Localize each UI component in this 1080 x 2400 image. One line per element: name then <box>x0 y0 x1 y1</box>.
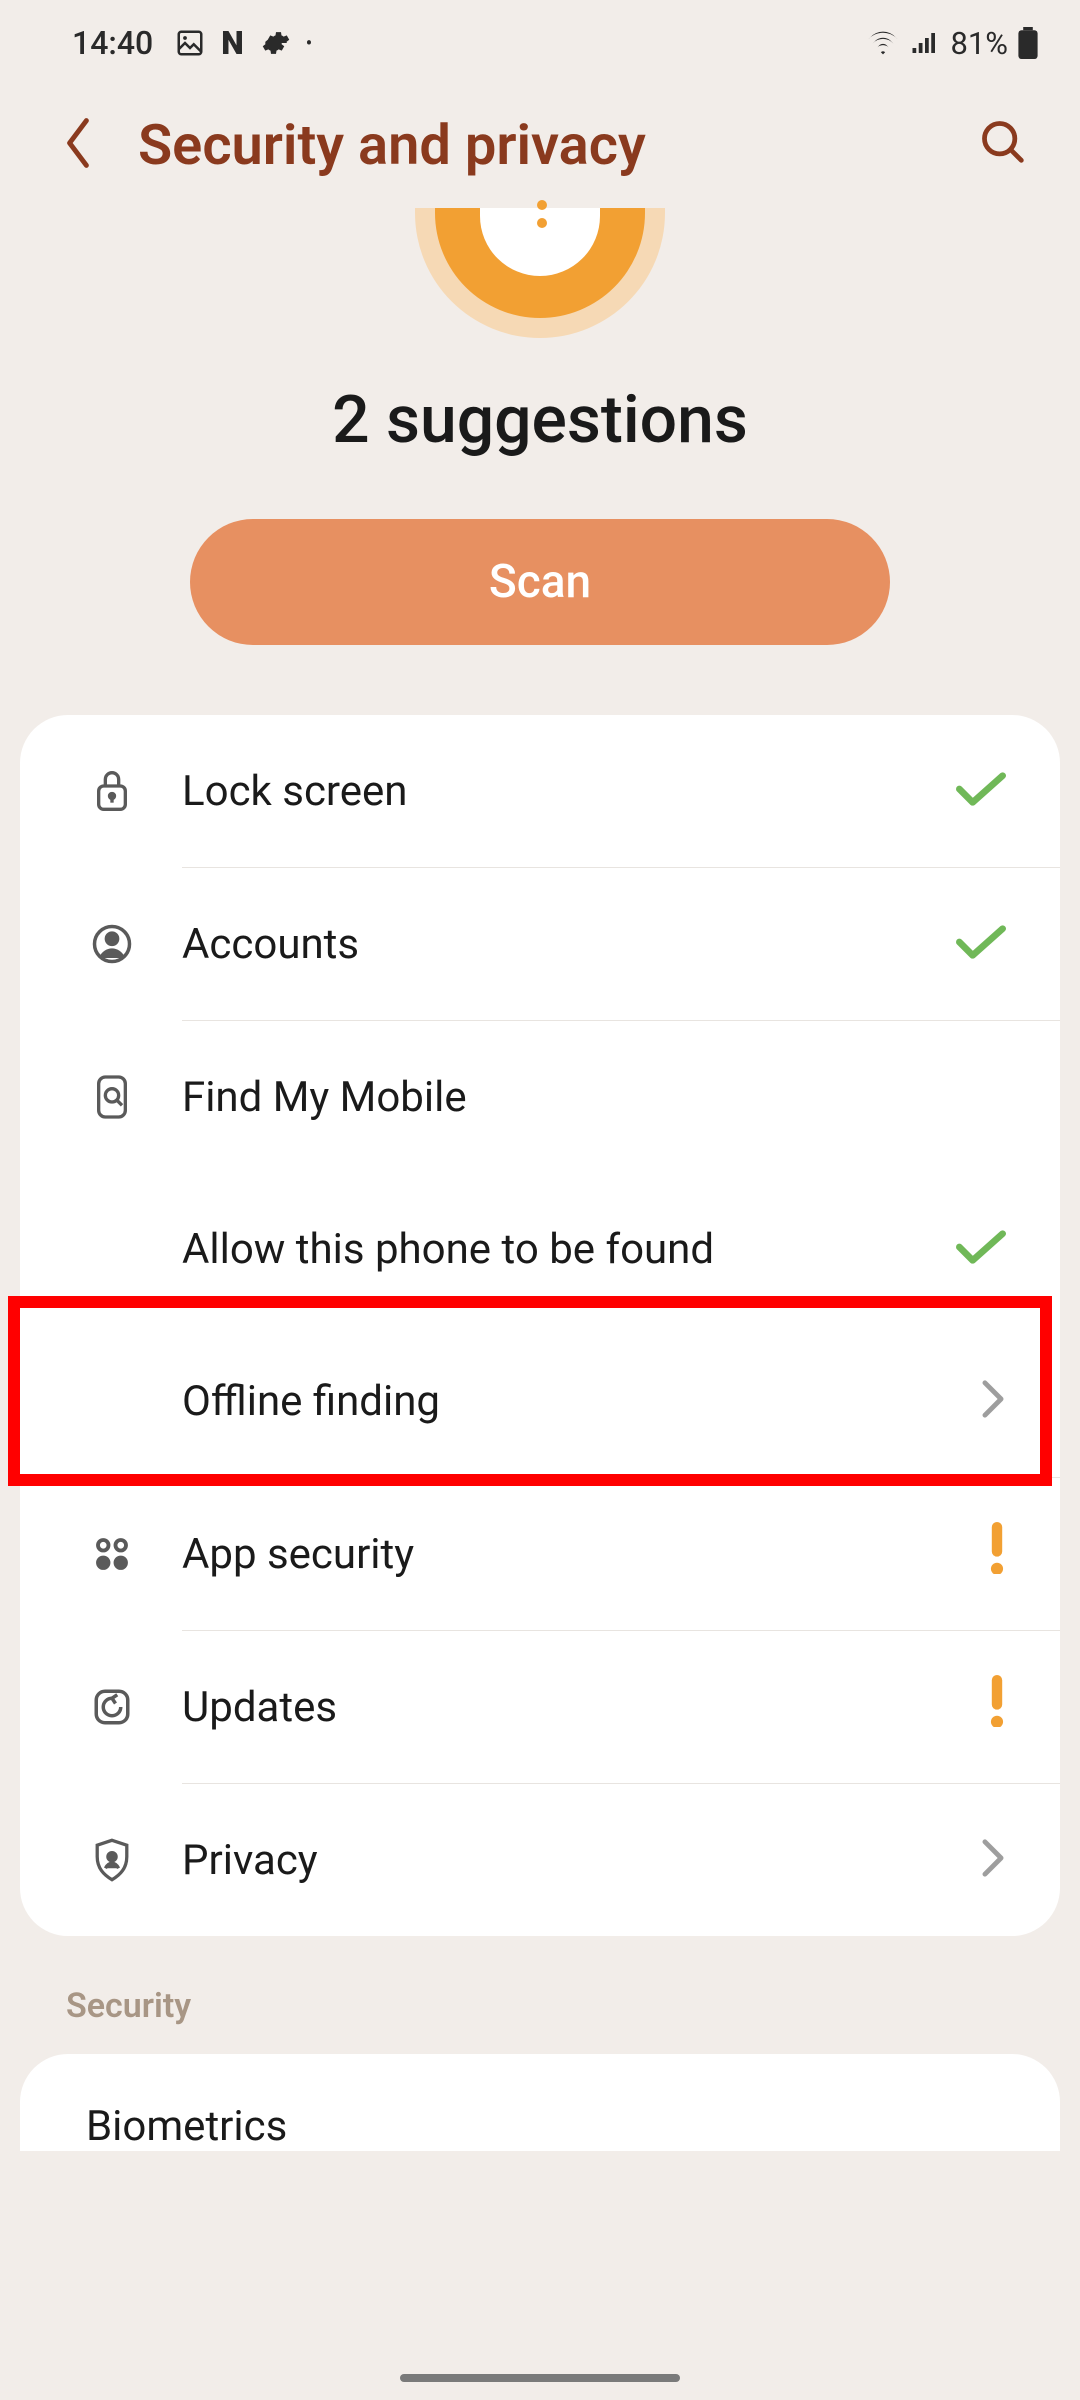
page-title: Security and privacy <box>138 112 936 178</box>
search-button[interactable] <box>978 117 1030 173</box>
lock-icon <box>88 767 136 815</box>
offline-finding-label: Offline finding <box>182 1377 980 1426</box>
suggestion-title: 2 suggestions <box>0 382 1080 459</box>
suggestion-section: 2 suggestions Scan <box>0 208 1080 715</box>
status-bar: 14:40 N • 81% <box>0 0 1080 82</box>
signal-icon <box>910 28 940 58</box>
wifi-icon <box>866 26 900 60</box>
allow-found-item[interactable]: Allow this phone to be found <box>20 1173 1060 1325</box>
check-icon <box>956 923 1006 965</box>
battery-percent: 81% <box>950 25 1008 62</box>
dot-icon: • <box>306 31 313 55</box>
home-indicator[interactable] <box>400 2374 680 2382</box>
offline-finding-item[interactable]: Offline finding <box>20 1325 1060 1477</box>
battery-icon <box>1018 27 1038 59</box>
privacy-shield-icon <box>88 1837 136 1883</box>
biometrics-label: Biometrics <box>86 2102 1006 2151</box>
app-security-label: App security <box>182 1530 988 1579</box>
image-icon <box>175 28 205 58</box>
status-left: 14:40 N • <box>72 24 312 62</box>
settings-card: Lock screen Accounts Find My Mobile Allo… <box>20 715 1060 1936</box>
allow-found-label: Allow this phone to be found <box>182 1225 956 1274</box>
accounts-label: Accounts <box>182 920 956 969</box>
app-security-item[interactable]: App security <box>20 1478 1060 1630</box>
shield-badge-icon <box>415 208 665 338</box>
gear-icon <box>260 28 290 58</box>
updates-label: Updates <box>182 1683 988 1732</box>
status-time: 14:40 <box>72 24 153 62</box>
privacy-label: Privacy <box>182 1836 980 1885</box>
account-icon <box>88 923 136 965</box>
back-button[interactable] <box>60 115 96 175</box>
updates-item[interactable]: Updates <box>20 1631 1060 1783</box>
alert-icon <box>988 1522 1006 1586</box>
accounts-item[interactable]: Accounts <box>20 868 1060 1020</box>
status-right: 81% <box>866 25 1038 62</box>
netflix-icon: N <box>221 24 243 62</box>
security-section-label: Security <box>0 1936 1080 2054</box>
check-icon <box>956 1228 1006 1270</box>
updates-icon <box>88 1686 136 1728</box>
biometrics-item[interactable]: Biometrics <box>20 2054 1060 2151</box>
alert-icon <box>988 1675 1006 1739</box>
chevron-right-icon <box>980 1837 1006 1883</box>
security-card: Biometrics <box>20 2054 1060 2151</box>
scan-button[interactable]: Scan <box>190 519 890 645</box>
apps-icon <box>88 1533 136 1575</box>
find-device-icon <box>88 1073 136 1121</box>
chevron-right-icon <box>980 1378 1006 1424</box>
lock-screen-item[interactable]: Lock screen <box>20 715 1060 867</box>
header: Security and privacy <box>0 82 1080 208</box>
find-my-mobile-item[interactable]: Find My Mobile <box>20 1021 1060 1173</box>
privacy-item[interactable]: Privacy <box>20 1784 1060 1936</box>
lock-screen-label: Lock screen <box>182 767 956 816</box>
check-icon <box>956 770 1006 812</box>
find-my-mobile-label: Find My Mobile <box>182 1073 1006 1122</box>
